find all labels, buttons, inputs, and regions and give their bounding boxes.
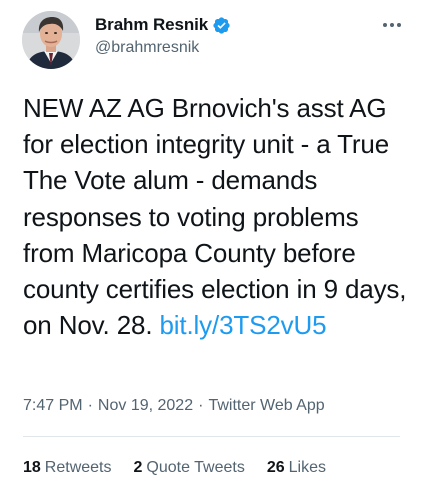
quote-tweets-label: Quote Tweets (146, 459, 245, 476)
verified-badge-icon (212, 16, 231, 35)
likes-stat[interactable]: 26 Likes (267, 459, 326, 477)
quote-tweets-stat[interactable]: 2 Quote Tweets (134, 459, 245, 477)
meta-separator: · (87, 397, 93, 414)
retweets-count: 18 (23, 459, 41, 476)
quote-tweets-count: 2 (133, 459, 143, 476)
tweet-card: Brahm Resnik @brahmresnik NEW AZ AG Brno… (0, 0, 423, 500)
name-row: Brahm Resnik (95, 14, 231, 36)
meta-separator-2: · (198, 397, 204, 414)
tweet-text: NEW AZ AG Brnovich's asst AG for electio… (23, 90, 415, 343)
tweet-date[interactable]: Nov 19, 2022 (98, 397, 193, 415)
retweets-stat[interactable]: 18 Retweets (23, 459, 112, 477)
tweet-text-content: NEW AZ AG Brnovich's asst AG for electio… (23, 93, 407, 341)
tweet-metadata: 7:47 PM · Nov 19, 2022 · Twitter Web App (23, 397, 325, 415)
author-info: Brahm Resnik @brahmresnik (95, 14, 231, 57)
display-name[interactable]: Brahm Resnik (95, 15, 208, 35)
more-horizontal-icon[interactable] (375, 10, 409, 40)
divider (23, 436, 400, 437)
avatar[interactable] (22, 11, 80, 69)
tweet-time[interactable]: 7:47 PM (23, 397, 83, 415)
source-app-link[interactable]: Twitter Web App (208, 397, 324, 415)
likes-label: Likes (288, 459, 326, 476)
likes-count: 26 (266, 459, 285, 476)
avatar-photo (22, 11, 80, 69)
engagement-stats: 18 Retweets 2 Quote Tweets 26 Likes (23, 459, 348, 477)
tweet-link[interactable]: bit.ly/3TS2vU5 (159, 310, 326, 340)
retweets-label: Retweets (44, 459, 112, 476)
author-handle[interactable]: @brahmresnik (95, 39, 231, 57)
